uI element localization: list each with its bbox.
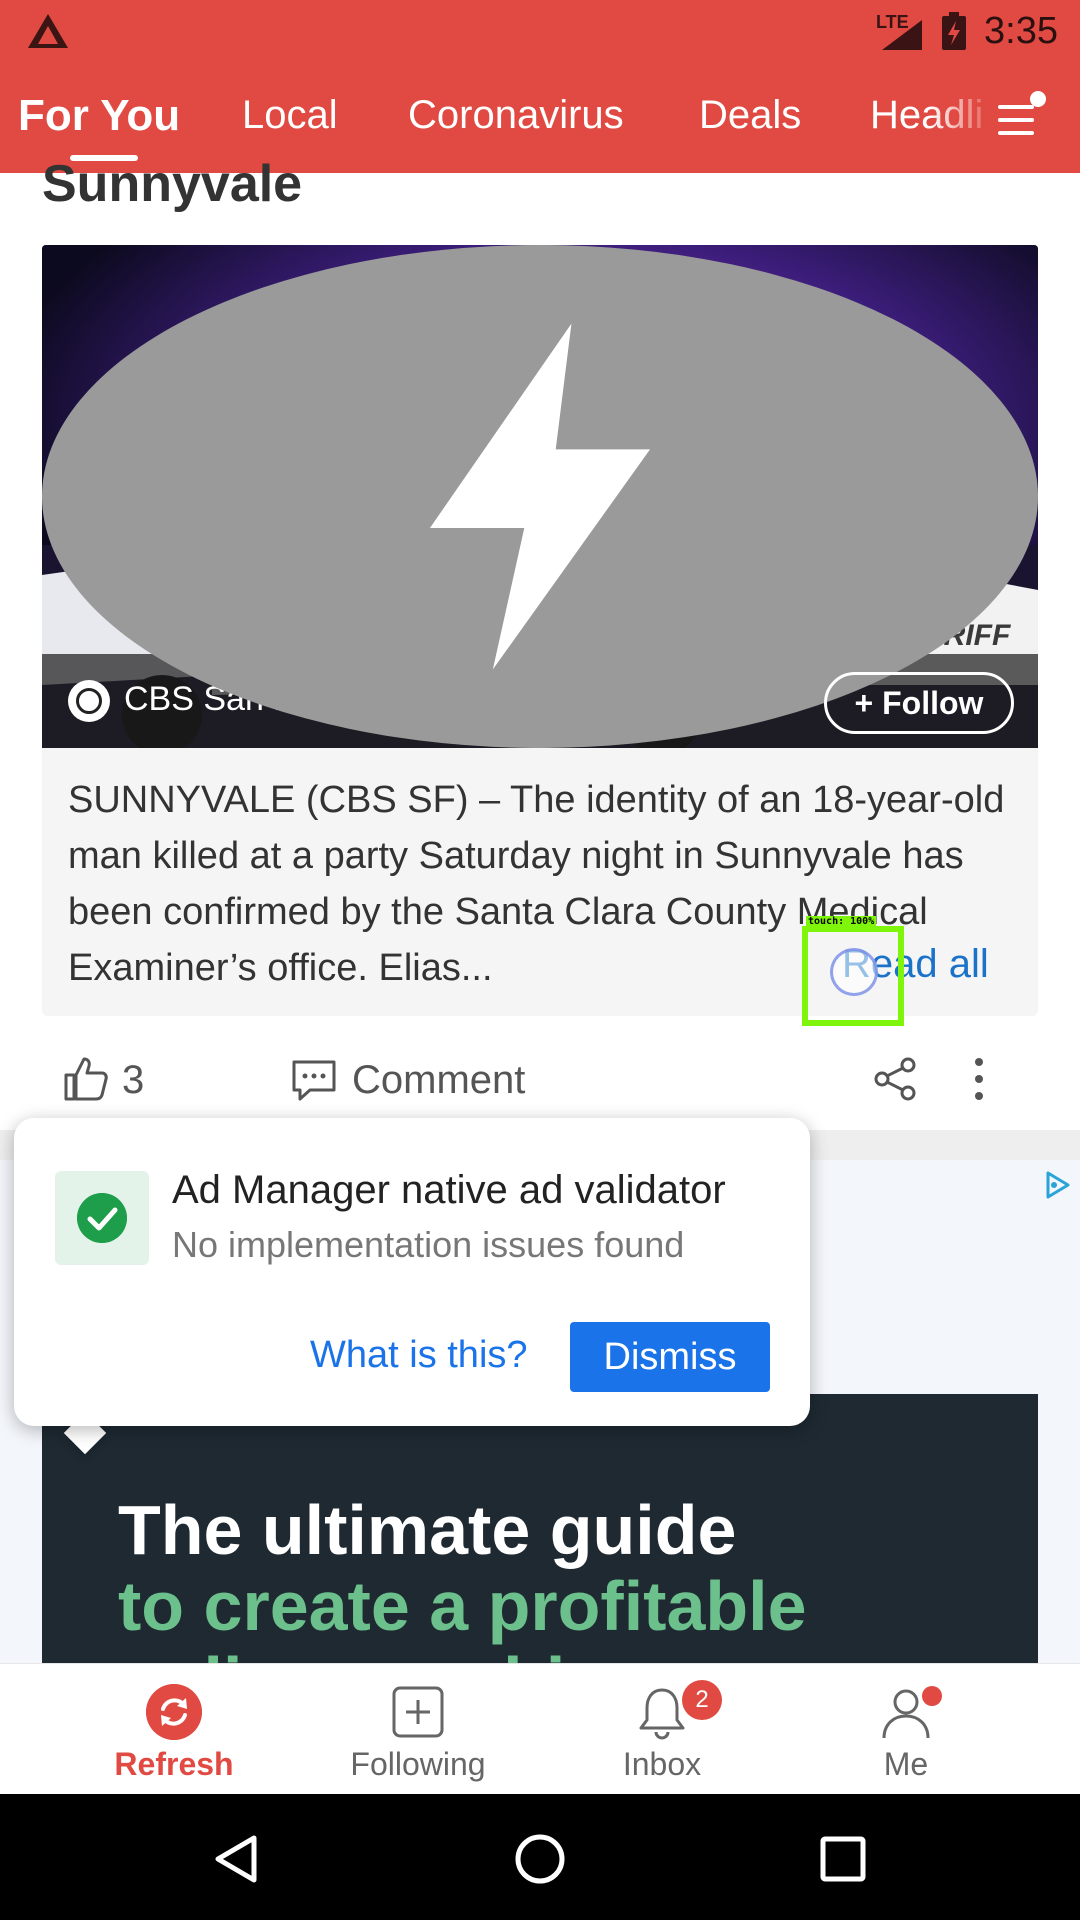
signal-icon	[882, 20, 922, 50]
thumbs-up-icon[interactable]	[62, 1055, 110, 1103]
share-icon[interactable]	[872, 1056, 918, 1102]
validator-title: Ad Manager native ad validator	[172, 1168, 726, 1212]
following-plus-icon	[392, 1686, 444, 1738]
source-logo-icon[interactable]	[68, 680, 110, 722]
check-circle-icon	[77, 1193, 127, 1243]
inbox-badge: 2	[682, 1680, 722, 1720]
status-bar: LTE 3:35	[0, 0, 1080, 63]
more-options-icon[interactable]	[968, 1054, 990, 1104]
nav-refresh-label: Refresh	[114, 1746, 234, 1782]
nav-me[interactable]: Me	[796, 1664, 1016, 1795]
validator-subtitle: No implementation issues found	[172, 1224, 685, 1265]
bottom-navigation: Refresh Following 2 Inbox Me	[0, 1663, 1080, 1794]
app-logo-icon	[28, 14, 68, 48]
recents-icon[interactable]	[816, 1832, 870, 1886]
what-is-this-link[interactable]: What is this?	[310, 1334, 528, 1377]
article-actions: 3 Comment	[0, 1030, 1080, 1130]
tabs-menu-icon[interactable]	[998, 103, 1038, 137]
follow-button[interactable]: + Follow	[824, 672, 1014, 734]
nav-me-label: Me	[883, 1746, 929, 1782]
dismiss-button[interactable]: Dismiss	[570, 1322, 770, 1392]
bell-icon	[639, 1688, 685, 1740]
comment-icon[interactable]	[290, 1058, 338, 1102]
tab-deals[interactable]: Deals	[699, 93, 801, 138]
refresh-icon	[146, 1684, 202, 1740]
like-count[interactable]: 3	[122, 1058, 144, 1103]
back-icon[interactable]	[210, 1832, 264, 1886]
adchoices-icon[interactable]	[1040, 1168, 1074, 1202]
comment-label[interactable]: Comment	[352, 1058, 525, 1103]
article-hero-image[interactable]: SHERIFF SHERIFF CBS San Francisco - 11h …	[42, 245, 1038, 748]
system-navigation-bar	[0, 1794, 1080, 1920]
touch-indicator-label: touch: 100%	[806, 916, 877, 927]
nav-inbox[interactable]: 2 Inbox	[552, 1664, 772, 1795]
battery-charging-icon	[942, 12, 966, 50]
home-icon[interactable]	[513, 1832, 567, 1886]
nav-following[interactable]: Following	[308, 1664, 528, 1795]
app-screen: LTE 3:35 For You Local Coronavirus Deals…	[0, 0, 1080, 1920]
tab-for-you[interactable]: For You	[18, 91, 180, 141]
ad-headline-line2: to create a profitable	[118, 1567, 807, 1645]
touch-point	[830, 948, 878, 996]
clock: 3:35	[984, 10, 1058, 52]
nav-following-label: Following	[350, 1746, 486, 1782]
tab-coronavirus[interactable]: Coronavirus	[408, 93, 624, 138]
nav-inbox-label: Inbox	[622, 1746, 702, 1782]
section-title: Sunnyvale	[42, 155, 303, 213]
nav-refresh[interactable]: Refresh	[64, 1664, 284, 1795]
me-notification-dot	[922, 1686, 942, 1706]
ad-headline-line1: The ultimate guide	[118, 1491, 737, 1569]
tab-local[interactable]: Local	[242, 93, 338, 138]
menu-notification-dot	[1030, 91, 1046, 107]
